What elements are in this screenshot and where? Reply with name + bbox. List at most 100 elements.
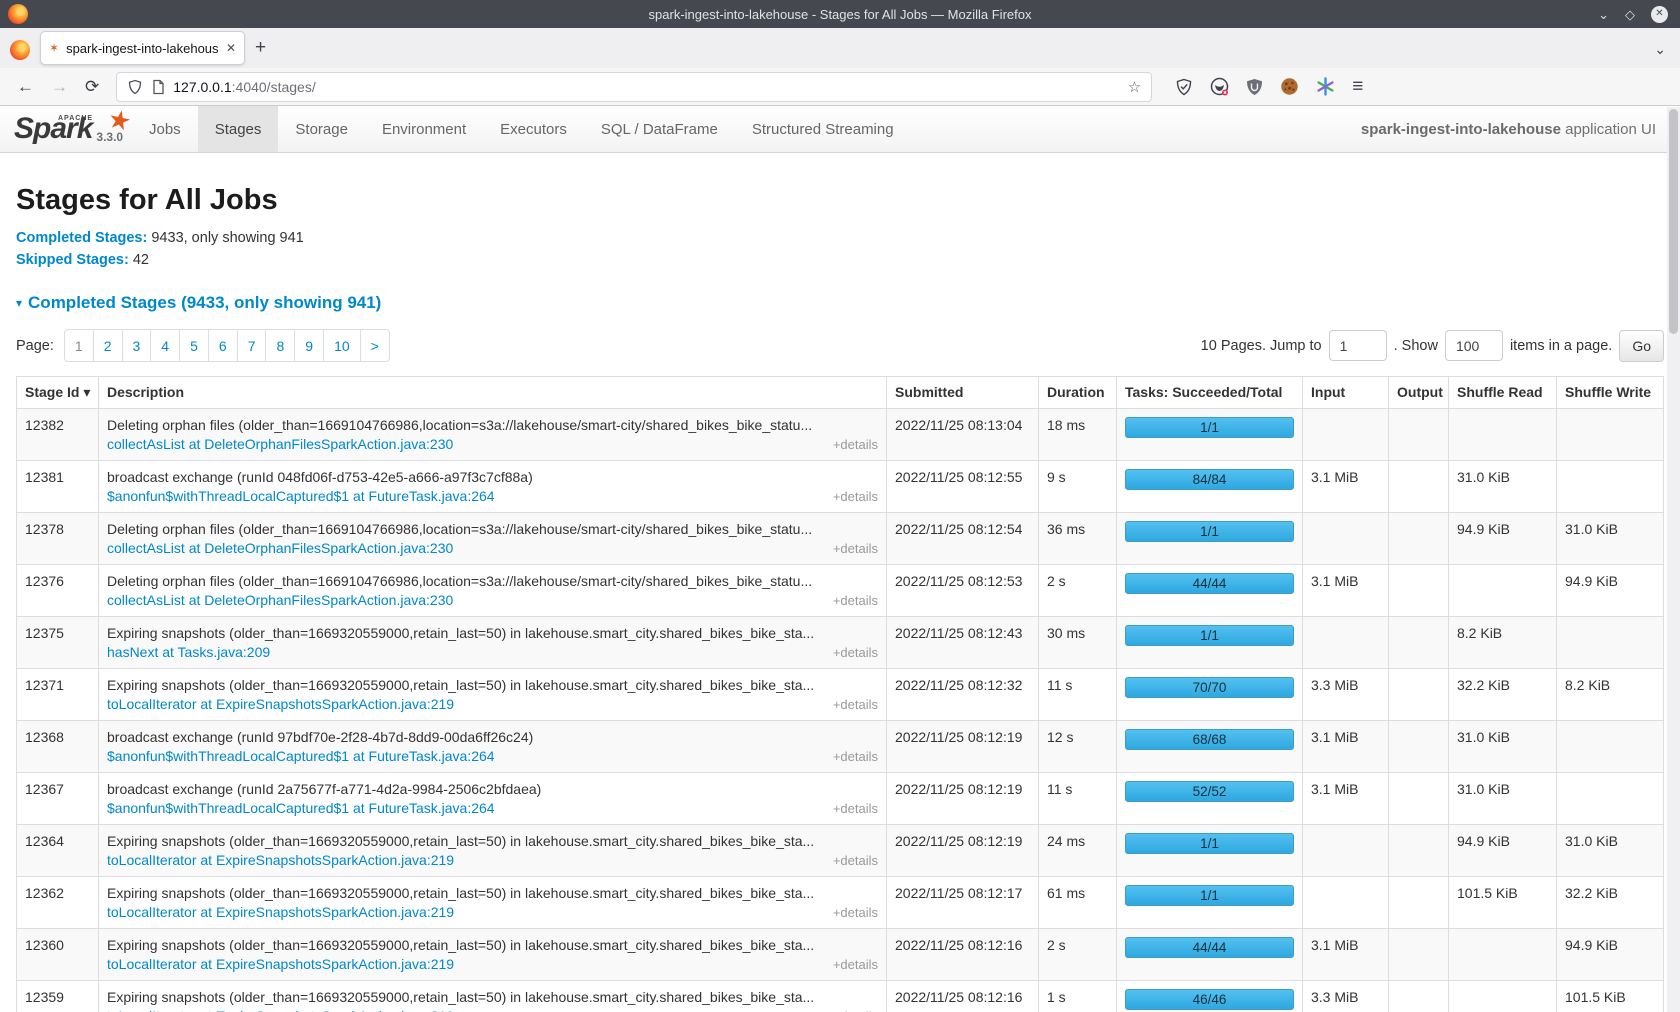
list-all-tabs-icon[interactable]: ⌄ [1654,41,1666,58]
jump-to-input[interactable] [1329,330,1387,361]
nav-tab-executors[interactable]: Executors [483,106,584,152]
stage-callsite-link[interactable]: collectAsList at DeleteOrphanFilesSparkA… [107,436,453,452]
stage-description: Expiring snapshots (older_than=166932055… [107,885,878,901]
skipped-stages-link[interactable]: Skipped Stages: [16,252,129,268]
column-header-8[interactable]: Shuffle Write [1557,377,1664,409]
tab-close-icon[interactable]: ✕ [226,41,236,55]
spark-navbar: APACHE Spark ★ 3.3.0 JobsStagesStorageEn… [0,106,1680,153]
stage-callsite-link[interactable]: $anonfun$withThreadLocalCaptured$1 at Fu… [107,800,495,816]
tasks-progress-bar: 44/44 [1125,573,1294,594]
stage-callsite-link[interactable]: toLocalIterator at ExpireSnapshotsSparkA… [107,1008,454,1012]
scrollbar-thumb[interactable] [1669,109,1678,334]
page-button-6[interactable]: 6 [208,329,238,362]
output-cell [1389,669,1449,721]
shuffle-write-cell: 94.9 KiB [1557,929,1664,981]
asterisk-extension-icon[interactable] [1316,77,1335,96]
page-button-7[interactable]: 7 [237,329,267,362]
column-header-4[interactable]: Tasks: Succeeded/Total [1117,377,1303,409]
stage-id: 12359 [17,981,99,1012]
details-toggle[interactable]: +details [833,749,878,764]
shuffle-write-cell: 32.2 KiB [1557,877,1664,929]
firefox-view-icon[interactable] [10,40,30,60]
page-next-button[interactable]: > [360,329,390,362]
shuffle-read-cell: 101.5 KiB [1449,877,1557,929]
nav-tab-stages[interactable]: Stages [198,106,279,152]
ublock-extension-icon[interactable] [1246,78,1263,96]
column-header-2[interactable]: Submitted [887,377,1039,409]
browser-tab[interactable]: ✶ spark-ingest-into-lakehous ✕ [40,31,245,65]
page-button-2[interactable]: 2 [93,329,123,362]
page-info-icon[interactable] [151,79,165,95]
stage-description: broadcast exchange (runId 2a75677f-a771-… [107,781,878,797]
details-toggle[interactable]: +details [833,437,878,452]
details-toggle[interactable]: +details [833,541,878,556]
stage-callsite-link[interactable]: toLocalIterator at ExpireSnapshotsSparkA… [107,852,454,868]
output-cell [1389,825,1449,877]
page-button-8[interactable]: 8 [265,329,295,362]
mask-extension-icon[interactable] [1210,77,1229,96]
bookmark-star-icon[interactable]: ☆ [1128,78,1141,96]
new-tab-button[interactable]: + [255,37,266,59]
column-header-0[interactable]: Stage Id ▾ [17,377,99,409]
input-cell [1303,617,1389,669]
details-toggle[interactable]: +details [833,853,878,868]
nav-tab-environment[interactable]: Environment [365,106,483,152]
menu-icon[interactable]: ≡ [1352,77,1363,96]
page-button-5[interactable]: 5 [179,329,209,362]
page-button-9[interactable]: 9 [294,329,324,362]
completed-stages-link[interactable]: Completed Stages: [16,230,147,246]
vertical-scrollbar[interactable] [1667,107,1680,1012]
details-toggle[interactable]: +details [833,593,878,608]
page-button-10[interactable]: 10 [323,329,361,362]
minimize-button[interactable]: ⌄ [1598,8,1609,21]
stage-callsite-link[interactable]: toLocalIterator at ExpireSnapshotsSparkA… [107,696,454,712]
stages-table-header-row: Stage Id ▾DescriptionSubmittedDurationTa… [17,377,1664,409]
details-toggle[interactable]: +details [833,905,878,920]
details-toggle[interactable]: +details [833,645,878,660]
skipped-stages-line: Skipped Stages: 42 [16,252,1664,268]
nav-tab-structured-streaming[interactable]: Structured Streaming [735,106,911,152]
input-cell: 3.1 MiB [1303,721,1389,773]
column-header-3[interactable]: Duration [1039,377,1117,409]
shield-check-extension-icon[interactable] [1175,78,1193,96]
go-button[interactable]: Go [1619,330,1664,362]
output-cell [1389,461,1449,513]
details-toggle[interactable]: +details [833,957,878,972]
details-toggle[interactable]: +details [833,801,878,816]
shuffle-write-cell [1557,773,1664,825]
page-button-1[interactable]: 1 [64,329,94,362]
column-header-6[interactable]: Output [1389,377,1449,409]
spark-logo[interactable]: APACHE Spark ★ 3.3.0 [0,106,132,152]
details-toggle[interactable]: +details [833,489,878,504]
stage-callsite-link[interactable]: collectAsList at DeleteOrphanFilesSparkA… [107,592,453,608]
shield-icon[interactable] [127,79,143,95]
reload-button[interactable]: ⟳ [85,77,99,97]
page-button-3[interactable]: 3 [122,329,152,362]
details-toggle[interactable]: +details [833,697,878,712]
cookie-extension-icon[interactable] [1280,77,1299,96]
column-header-1[interactable]: Description [99,377,887,409]
tasks-progress-bar: 1/1 [1125,625,1294,646]
maximize-button[interactable]: ◇ [1625,8,1635,21]
url-bar[interactable]: 127.0.0.1:4040/stages/ ☆ [116,72,1152,102]
page-button-4[interactable]: 4 [150,329,180,362]
stage-callsite-link[interactable]: collectAsList at DeleteOrphanFilesSparkA… [107,540,453,556]
close-button[interactable]: ✕ [1651,6,1668,23]
nav-tab-sql-dataframe[interactable]: SQL / DataFrame [584,106,735,152]
completed-stages-section-toggle[interactable]: ▾ Completed Stages (9433, only showing 9… [16,293,1664,313]
tasks-progress-label: 84/84 [1193,472,1227,487]
stage-callsite-link[interactable]: toLocalIterator at ExpireSnapshotsSparkA… [107,956,454,972]
back-button[interactable]: ← [17,77,34,97]
nav-tab-jobs[interactable]: Jobs [132,106,198,152]
show-items-input[interactable] [1445,330,1503,361]
column-header-5[interactable]: Input [1303,377,1389,409]
stage-callsite-link[interactable]: hasNext at Tasks.java:209 [107,644,270,660]
stage-callsite-link[interactable]: toLocalIterator at ExpireSnapshotsSparkA… [107,904,454,920]
stage-callsite-link[interactable]: $anonfun$withThreadLocalCaptured$1 at Fu… [107,748,495,764]
shuffle-read-cell: 94.9 KiB [1449,513,1557,565]
section-title: Completed Stages (9433, only showing 941… [28,293,381,313]
stage-callsite-link[interactable]: $anonfun$withThreadLocalCaptured$1 at Fu… [107,488,495,504]
nav-tab-storage[interactable]: Storage [278,106,365,152]
stage-description: Expiring snapshots (older_than=166932055… [107,833,878,849]
column-header-7[interactable]: Shuffle Read [1449,377,1557,409]
